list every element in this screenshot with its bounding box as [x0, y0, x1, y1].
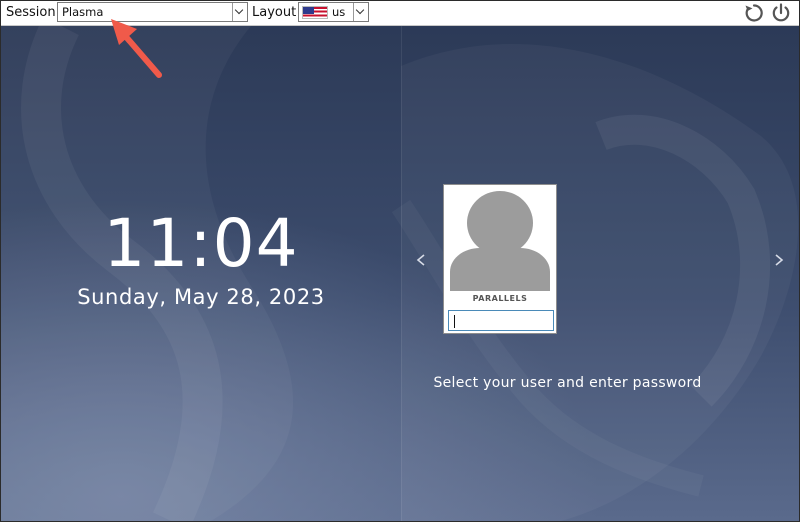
login-hint: Select your user and enter password — [433, 375, 702, 391]
clock-time: 11:04 — [103, 205, 299, 282]
restart-icon[interactable] — [743, 2, 765, 24]
chevron-down-icon[interactable] — [353, 3, 368, 21]
text-cursor — [454, 315, 455, 328]
layout-label: Layout — [252, 5, 297, 20]
user-avatar-icon — [450, 191, 550, 291]
layout-value: us — [332, 5, 346, 19]
chevron-right-icon[interactable] — [773, 253, 785, 267]
clock-date: Sunday, May 28, 2023 — [77, 285, 325, 309]
annotation-arrow-icon — [111, 19, 162, 78]
password-input[interactable] — [448, 310, 554, 331]
session-value: Plasma — [62, 5, 104, 19]
layout-select[interactable]: us — [298, 2, 369, 22]
chevron-down-icon[interactable] — [232, 3, 247, 21]
us-flag-icon — [302, 6, 328, 19]
power-icon[interactable] — [770, 2, 792, 24]
login-screen: Session Plasma Layout us 11:04 Sunday, M… — [0, 0, 800, 522]
session-label: Session — [6, 5, 56, 20]
user-card[interactable]: PARALLELS — [443, 184, 557, 334]
chevron-left-icon[interactable] — [415, 253, 427, 267]
pane-divider — [401, 26, 402, 521]
username-label: PARALLELS — [472, 294, 528, 303]
